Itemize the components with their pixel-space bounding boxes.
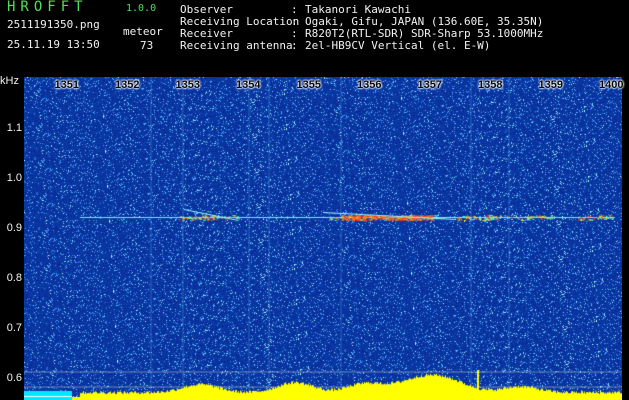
info-colon: :: [291, 39, 298, 52]
meteor-count-value: 73: [140, 39, 154, 52]
app-version: 1.0.0: [126, 3, 157, 14]
y-tick-label: 1.0: [6, 172, 22, 184]
x-tick-label: 1400: [599, 79, 624, 91]
info-key-antenna: Receiving antenna: [180, 39, 293, 52]
x-tick-label: 1357: [417, 79, 442, 91]
y-tick-label: 0.7: [6, 322, 22, 334]
y-tick-label: 1.1: [6, 122, 22, 134]
info-value-antenna: 2el-HB9CV Vertical (el. E-W): [305, 39, 491, 52]
x-tick-label: 1353: [175, 79, 200, 91]
y-tick-label: 0.9: [6, 222, 22, 234]
x-tick-label: 1354: [236, 79, 261, 91]
x-tick-label: 1359: [538, 79, 563, 91]
x-axis-time-ticks: 1351 1352 1353 1354 1355 1356 1357 1358 1359 1400: [0, 79, 629, 93]
x-tick-label: 1358: [478, 79, 503, 91]
y-axis: kHz 1.1 1.0 0.9 0.8 0.7 0.6: [0, 0, 24, 400]
x-tick-label: 1355: [296, 79, 321, 91]
x-tick-label: 1351: [54, 79, 79, 91]
x-tick-label: 1356: [357, 79, 382, 91]
x-tick-label: 1352: [115, 79, 140, 91]
y-tick-label: 0.6: [6, 372, 22, 384]
meteor-count-label: meteor: [123, 25, 163, 38]
y-tick-label: 0.8: [6, 272, 22, 284]
spectrogram-plot: [24, 77, 622, 400]
